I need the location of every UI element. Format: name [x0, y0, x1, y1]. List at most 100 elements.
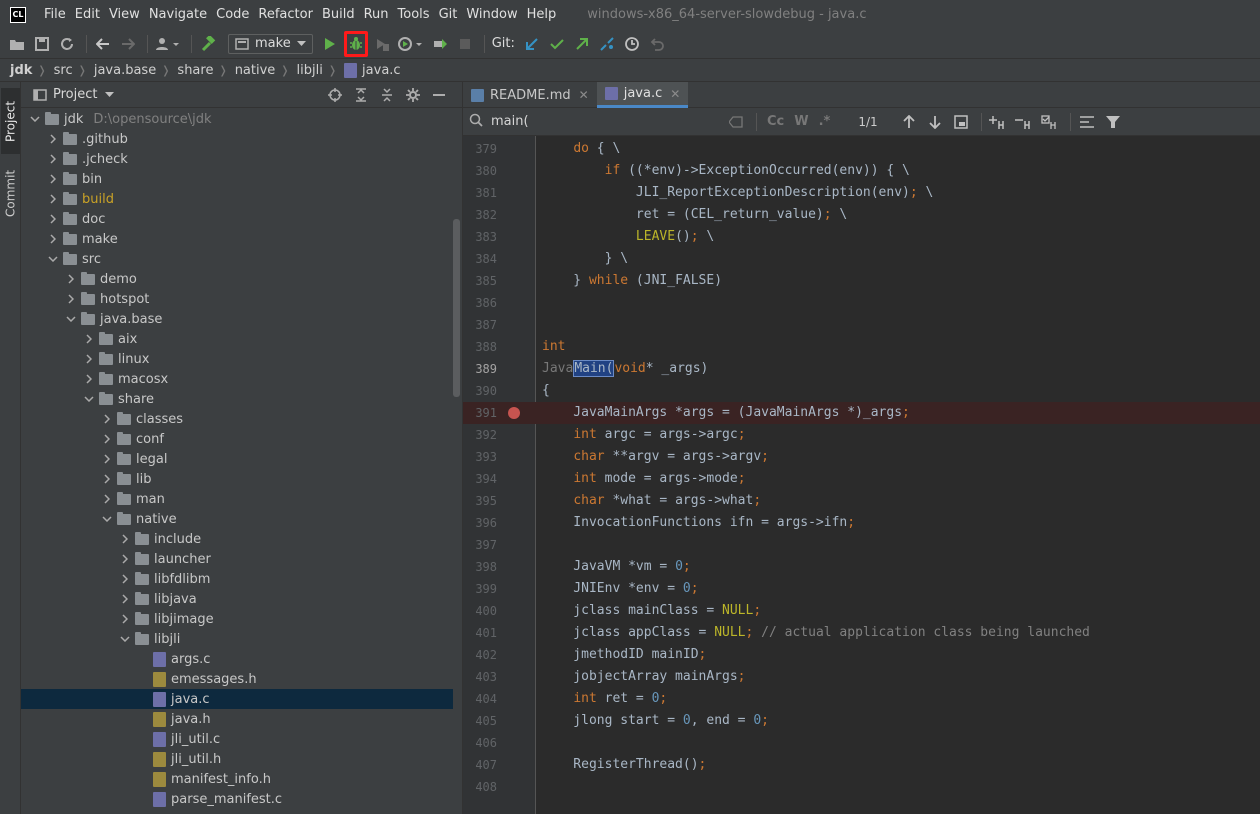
- tree-folder-launcher[interactable]: launcher: [21, 549, 453, 569]
- code-line[interactable]: 402 jmethodID mainID;: [463, 644, 1260, 666]
- chevron-right-icon[interactable]: [101, 453, 113, 465]
- whole-words-toggle[interactable]: W: [794, 114, 808, 129]
- chevron-down-icon[interactable]: [119, 633, 131, 645]
- chevron-right-icon[interactable]: [47, 193, 59, 205]
- previous-match-up-arrow-icon[interactable]: [898, 111, 920, 133]
- search-icon[interactable]: [469, 113, 485, 131]
- tree-folder-doc[interactable]: doc: [21, 209, 453, 229]
- tree-folder-share[interactable]: share: [21, 389, 453, 409]
- search-input[interactable]: [485, 110, 725, 133]
- code-line[interactable]: 399 JNIEnv *env = 0;: [463, 578, 1260, 600]
- code-line[interactable]: 384 } \: [463, 248, 1260, 270]
- code-line[interactable]: 398 JavaVM *vm = 0;: [463, 556, 1260, 578]
- tree-folder-libfdlibm[interactable]: libfdlibm: [21, 569, 453, 589]
- chevron-right-icon[interactable]: [101, 413, 113, 425]
- chevron-right-icon[interactable]: [47, 153, 59, 165]
- chevron-down-icon[interactable]: [105, 91, 115, 98]
- code-line[interactable]: 379 do { \: [463, 138, 1260, 160]
- code-line[interactable]: 408: [463, 776, 1260, 798]
- tree-folder-hotspot[interactable]: hotspot: [21, 289, 453, 309]
- tree-folder-jdk[interactable]: jdk D:\opensource\jdk: [21, 109, 453, 129]
- code-line[interactable]: 390 {: [463, 380, 1260, 402]
- code-line[interactable]: 391 JavaMainArgs *args = (JavaMainArgs *…: [463, 402, 1260, 424]
- remove-occurrence-icon[interactable]: [1013, 111, 1035, 133]
- profiler-dropdown-icon[interactable]: [396, 33, 426, 55]
- project-view-selector[interactable]: Project: [53, 87, 97, 102]
- chevron-down-icon[interactable]: [83, 393, 95, 405]
- code-line[interactable]: 403 jobjectArray mainArgs;: [463, 666, 1260, 688]
- tool-tab-project[interactable]: Project: [1, 88, 20, 154]
- save-all-icon[interactable]: [31, 33, 53, 55]
- code-line[interactable]: 405 jlong start = 0, end = 0;: [463, 710, 1260, 732]
- tree-folder-build[interactable]: build: [21, 189, 453, 209]
- code-line[interactable]: 404 int ret = 0;: [463, 688, 1260, 710]
- collapse-all-icon[interactable]: [378, 86, 396, 104]
- git-push-arrow-icon[interactable]: [571, 33, 593, 55]
- select-all-occurrences-icon[interactable]: [1039, 111, 1061, 133]
- chevron-right-icon[interactable]: [83, 373, 95, 385]
- tree-folder-.jcheck[interactable]: .jcheck: [21, 149, 453, 169]
- next-match-down-arrow-icon[interactable]: [924, 111, 946, 133]
- breadcrumb-item[interactable]: share: [177, 63, 213, 78]
- chevron-right-icon[interactable]: [47, 133, 59, 145]
- tree-folder-make[interactable]: make: [21, 229, 453, 249]
- breadcrumb-item[interactable]: jdk: [10, 63, 32, 78]
- tree-scrollbar[interactable]: [453, 219, 460, 397]
- code-line[interactable]: 383 LEAVE(); \: [463, 226, 1260, 248]
- chevron-right-icon[interactable]: [119, 613, 131, 625]
- menu-help[interactable]: Help: [527, 7, 557, 22]
- tree-folder-include[interactable]: include: [21, 529, 453, 549]
- tree-folder-.github[interactable]: .github: [21, 129, 453, 149]
- breakpoint-icon[interactable]: [508, 407, 520, 419]
- code-line[interactable]: 401 jclass appClass = NULL; // actual ap…: [463, 622, 1260, 644]
- tree-folder-libjli[interactable]: libjli: [21, 629, 453, 649]
- chevron-right-icon[interactable]: [83, 353, 95, 365]
- menu-run[interactable]: Run: [364, 7, 389, 22]
- tree-file-emessages.h[interactable]: emessages.h: [21, 669, 453, 689]
- tree-folder-linux[interactable]: linux: [21, 349, 453, 369]
- stop-icon[interactable]: [454, 33, 476, 55]
- chevron-right-icon[interactable]: [65, 273, 77, 285]
- code-line[interactable]: 386: [463, 292, 1260, 314]
- menu-file[interactable]: File: [44, 7, 66, 22]
- filter-funnel-icon[interactable]: [1102, 111, 1124, 133]
- code-line[interactable]: 406: [463, 732, 1260, 754]
- chevron-right-icon[interactable]: [65, 293, 77, 305]
- chevron-right-icon[interactable]: [119, 553, 131, 565]
- tree-folder-java.base[interactable]: java.base: [21, 309, 453, 329]
- sync-icon[interactable]: [56, 33, 78, 55]
- tree-file-java.h[interactable]: java.h: [21, 709, 453, 729]
- tree-folder-libjava[interactable]: libjava: [21, 589, 453, 609]
- code-line[interactable]: 389 JavaMain(void* _args): [463, 358, 1260, 380]
- tree-file-manifest_info.h[interactable]: manifest_info.h: [21, 769, 453, 789]
- debug-bug-icon[interactable]: [343, 30, 368, 57]
- open-folder-icon[interactable]: [6, 33, 28, 55]
- tab-java.c[interactable]: java.c ✕: [596, 82, 689, 108]
- chevron-right-icon[interactable]: [47, 233, 59, 245]
- code-line[interactable]: 380 if ((*env)->ExceptionOccurred(env)) …: [463, 160, 1260, 182]
- code-line[interactable]: 381 JLI_ReportExceptionDescription(env);…: [463, 182, 1260, 204]
- regex-toggle[interactable]: .*: [819, 114, 831, 129]
- tree-folder-classes[interactable]: classes: [21, 409, 453, 429]
- tree-folder-conf[interactable]: conf: [21, 429, 453, 449]
- attach-debugger-icon[interactable]: [429, 33, 451, 55]
- code-line[interactable]: 392 int argc = args->argc;: [463, 424, 1260, 446]
- breadcrumb-item[interactable]: src: [54, 63, 73, 78]
- hide-panel-minus-icon[interactable]: [430, 86, 448, 104]
- tab-README.md[interactable]: README.md ✕: [463, 82, 597, 108]
- chevron-down-icon[interactable]: [101, 513, 113, 525]
- git-update-arrow-icon[interactable]: [521, 33, 543, 55]
- expand-all-icon[interactable]: [352, 86, 370, 104]
- breadcrumb-item[interactable]: libjli: [297, 63, 323, 78]
- tree-folder-lib[interactable]: lib: [21, 469, 453, 489]
- build-hammer-icon[interactable]: [197, 33, 219, 55]
- breadcrumb-item[interactable]: java.c: [362, 63, 401, 78]
- chevron-right-icon[interactable]: [119, 593, 131, 605]
- code-line[interactable]: 388 int: [463, 336, 1260, 358]
- chevron-down-icon[interactable]: [29, 113, 41, 125]
- menu-code[interactable]: Code: [216, 7, 249, 22]
- menu-window[interactable]: Window: [466, 7, 517, 22]
- run-configuration-dropdown[interactable]: make: [228, 33, 313, 54]
- chevron-right-icon[interactable]: [119, 573, 131, 585]
- close-tab-icon[interactable]: ✕: [670, 87, 680, 101]
